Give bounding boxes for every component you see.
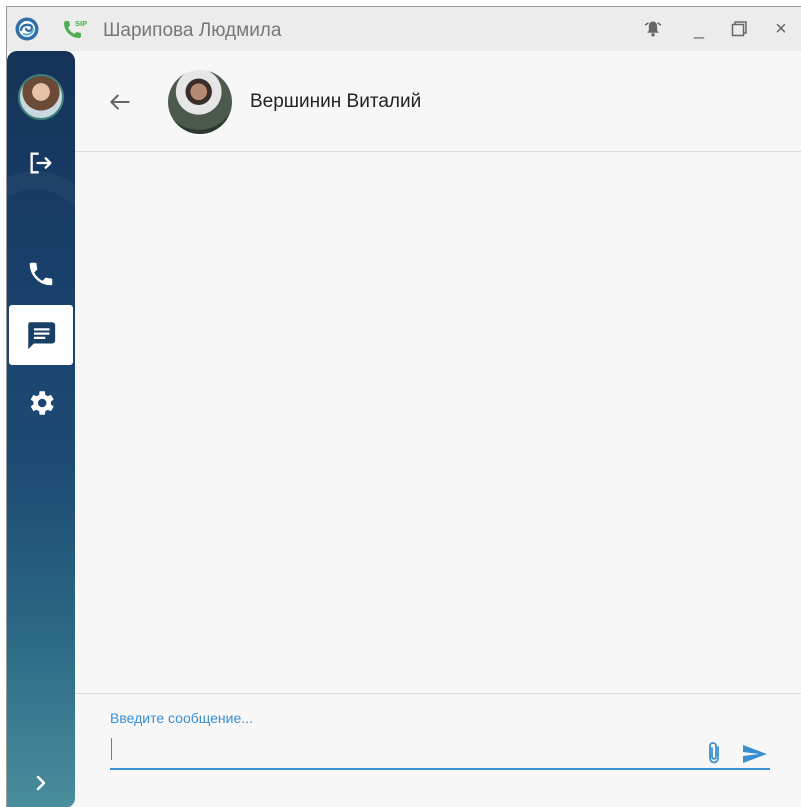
sip-phone-icon: SIP [64, 19, 87, 38]
sidebar-item-chat-active[interactable] [9, 305, 73, 365]
phone-icon[interactable] [21, 254, 61, 294]
logout-icon[interactable] [21, 143, 61, 183]
arrow-left-icon [110, 94, 130, 110]
messages-area [75, 152, 801, 692]
close-icon[interactable]: × [769, 17, 793, 41]
bell-glyph [644, 21, 662, 37]
message-input[interactable] [110, 732, 770, 770]
chat-header: Вершинин Виталий [75, 51, 801, 152]
send-button[interactable] [741, 742, 769, 766]
app-window: SIP Шарипова Людмила _ × Вершинин Витали… [6, 6, 801, 807]
contact-avatar[interactable] [168, 70, 232, 134]
gear-glyph [30, 391, 54, 415]
phone-glyph [29, 262, 53, 286]
chevron-right-icon [36, 775, 46, 791]
sidebar [7, 51, 75, 807]
window-title: Шарипова Людмила [103, 20, 282, 41]
attach-button[interactable] [703, 740, 725, 766]
title-bar: SIP Шарипова Людмила _ × [7, 7, 801, 51]
gear-icon[interactable] [21, 383, 61, 423]
bell-icon[interactable] [641, 17, 665, 41]
sidebar-expand-button[interactable] [31, 773, 51, 793]
message-composer: Введите сообщение... [75, 693, 801, 807]
composer-label: Введите сообщение... [110, 710, 253, 726]
send-icon [743, 745, 767, 763]
app-logo-icon [15, 17, 39, 41]
maximize-glyph [731, 21, 747, 37]
logout-glyph [30, 152, 52, 174]
back-button[interactable] [107, 89, 133, 115]
user-avatar[interactable] [18, 74, 64, 120]
minimize-icon[interactable]: _ [687, 17, 711, 41]
chat-icon [28, 322, 56, 350]
maximize-icon[interactable] [727, 17, 751, 41]
contact-name: Вершинин Виталий [250, 91, 422, 112]
text-caret [111, 738, 112, 760]
paperclip-icon [709, 742, 719, 764]
sip-badge: SIP [75, 19, 87, 28]
